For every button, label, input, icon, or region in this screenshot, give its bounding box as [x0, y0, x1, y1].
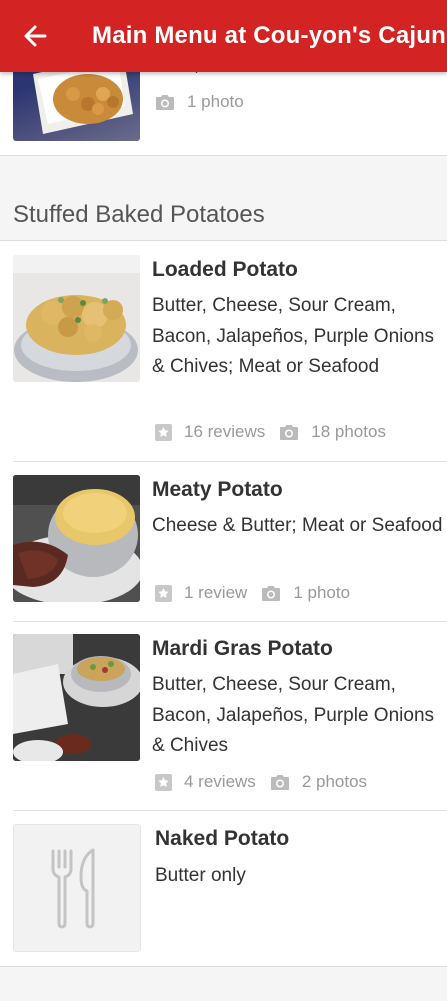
- loaded-potato-photo-art: [13, 255, 140, 382]
- item-description: Cheese & Butter; Meat or Seafood: [152, 515, 443, 536]
- star-icon: [155, 773, 172, 791]
- photo-count[interactable]: 1 photo: [187, 92, 244, 112]
- star-icon: [155, 423, 172, 441]
- star-icon: [155, 584, 172, 602]
- menu-item-mardi-gras-potato[interactable]: Mardi Gras Potato Butter, Cheese, Sour C…: [0, 622, 447, 810]
- item-photo-placeholder: [13, 824, 141, 952]
- mardi-gras-potato-photo-art: [13, 634, 140, 761]
- item-name[interactable]: Naked Potato: [155, 827, 289, 851]
- photo-count[interactable]: 18 photos: [311, 422, 386, 442]
- camera-icon: [280, 424, 299, 440]
- back-button[interactable]: [0, 0, 70, 72]
- item-photo[interactable]: [13, 475, 140, 602]
- item-meta: 1 review 1 photo: [155, 583, 350, 603]
- review-count[interactable]: 1 review: [184, 583, 247, 603]
- fork-knife-icon: [51, 848, 95, 929]
- review-count[interactable]: 4 reviews: [184, 772, 256, 792]
- menu-item-meaty-potato[interactable]: Meaty Potato Cheese & Butter; Meat or Se…: [0, 462, 447, 620]
- item-photo[interactable]: [13, 255, 140, 382]
- camera-icon: [270, 774, 289, 790]
- photo-count[interactable]: 2 photos: [302, 772, 367, 792]
- page-title: Main Menu at Cou-yon's Cajun Bar & Grill: [92, 22, 447, 49]
- app-bar: Main Menu at Cou-yon's Cajun Bar & Grill: [0, 0, 447, 72]
- camera-icon: [262, 585, 281, 601]
- camera-icon: [156, 94, 174, 110]
- list-footer: [0, 966, 447, 1001]
- item-description: Butter, Cheese, Sour Cream, Bacon, Jalap…: [152, 295, 435, 377]
- photo-count[interactable]: 1 photo: [293, 583, 350, 603]
- item-meta: 1 photo: [155, 92, 244, 112]
- item-meta: 16 reviews 18 photos: [155, 422, 386, 442]
- item-name[interactable]: Loaded Potato: [152, 258, 298, 282]
- item-name[interactable]: Mardi Gras Potato: [152, 637, 333, 661]
- item-photo[interactable]: [13, 634, 140, 761]
- arrow-left-icon: [24, 25, 47, 47]
- review-count[interactable]: 16 reviews: [184, 422, 265, 442]
- meaty-potato-photo-art: [13, 475, 140, 602]
- menu-item-naked-potato[interactable]: Naked Potato Butter only: [0, 811, 447, 966]
- item-description: Butter, Cheese, Sour Cream, Bacon, Jalap…: [152, 674, 435, 756]
- item-name[interactable]: Meaty Potato: [152, 478, 283, 502]
- menu-item-loaded-potato[interactable]: Loaded Potato Butter, Cheese, Sour Cream…: [0, 241, 447, 461]
- item-description: Butter only: [155, 865, 246, 886]
- item-meta: 4 reviews 2 photos: [155, 772, 367, 792]
- section-title: Stuffed Baked Potatoes: [13, 201, 265, 228]
